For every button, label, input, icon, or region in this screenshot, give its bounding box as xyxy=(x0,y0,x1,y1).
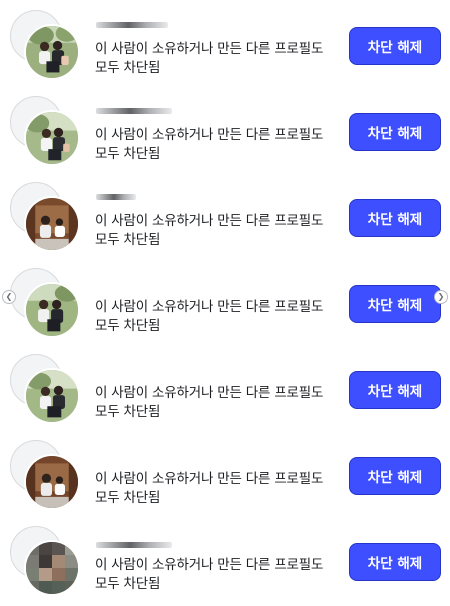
family-photo-icon xyxy=(26,112,78,164)
blocked-profile-row: 이 사람이 소유하거나 만든 다른 프로필도 모두 차단됨 차단 해제 xyxy=(0,264,450,350)
description-line: 이 사람이 소유하거나 만든 다른 프로필도 xyxy=(95,127,324,143)
unblock-button[interactable]: 차단 해제 xyxy=(349,199,441,237)
description-line: 이 사람이 소유하거나 만든 다른 프로필도 xyxy=(95,41,324,57)
description-line: 이 사람이 소유하거나 만든 다른 프로필도 xyxy=(95,557,324,573)
unblock-button[interactable]: 차단 해제 xyxy=(349,113,441,151)
profile-name-obscured xyxy=(96,22,168,28)
blocked-profile-row: 이 사람이 소유하거나 만든 다른 프로필도 모두 차단됨 차단 해제 xyxy=(0,92,450,178)
description-line: 모두 차단됨 xyxy=(95,404,161,420)
profile-avatar-stack[interactable] xyxy=(10,354,82,426)
chevron-right-icon[interactable]: ❯ xyxy=(434,290,448,304)
blocked-profile-row: 이 사람이 소유하거나 만든 다른 프로필도 모두 차단됨 차단 해제 xyxy=(0,522,450,606)
profile-avatar xyxy=(24,24,80,80)
block-description: 이 사람이 소유하거나 만든 다른 프로필도 모두 차단됨 xyxy=(95,40,340,78)
pixelated-portrait-icon xyxy=(26,542,78,594)
description-line: 모두 차단됨 xyxy=(95,318,161,334)
profile-name-obscured xyxy=(96,194,136,200)
family-photo-icon xyxy=(26,370,78,422)
description-line: 이 사람이 소유하거나 만든 다른 프로필도 xyxy=(95,299,324,315)
unblock-button[interactable]: 차단 해제 xyxy=(349,457,441,495)
profile-avatar-stack[interactable] xyxy=(10,10,82,82)
profile-name-obscured xyxy=(96,108,172,114)
unblock-button[interactable]: 차단 해제 xyxy=(349,27,441,65)
description-line: 이 사람이 소유하거나 만든 다른 프로필도 xyxy=(95,471,324,487)
description-line: 이 사람이 소유하거나 만든 다른 프로필도 xyxy=(95,213,324,229)
unblock-button[interactable]: 차단 해제 xyxy=(349,543,441,581)
profile-avatar xyxy=(24,540,80,596)
block-description: 이 사람이 소유하거나 만든 다른 프로필도 모두 차단됨 xyxy=(95,126,340,164)
description-line: 모두 차단됨 xyxy=(95,60,161,76)
profile-avatar xyxy=(24,110,80,166)
profile-avatar xyxy=(24,282,80,338)
description-line: 모두 차단됨 xyxy=(95,146,161,162)
blocked-profile-row: 이 사람이 소유하거나 만든 다른 프로필도 모두 차단됨 차단 해제 xyxy=(0,436,450,522)
description-line: 이 사람이 소유하거나 만든 다른 프로필도 xyxy=(95,385,324,401)
profile-avatar xyxy=(24,196,80,252)
unblock-button[interactable]: 차단 해제 xyxy=(349,371,441,409)
profile-avatar xyxy=(24,454,80,510)
blocked-profile-row: 이 사람이 소유하거나 만든 다른 프로필도 모두 차단됨 차단 해제 xyxy=(0,178,450,264)
family-photo-icon xyxy=(26,26,78,78)
profile-name-obscured xyxy=(96,542,172,548)
block-description: 이 사람이 소유하거나 만든 다른 프로필도 모두 차단됨 xyxy=(95,470,340,508)
profile-avatar-stack[interactable] xyxy=(10,526,82,598)
blocked-profiles-list: 이 사람이 소유하거나 만든 다른 프로필도 모두 차단됨 차단 해제 이 사람… xyxy=(0,0,450,606)
profile-avatar-stack[interactable] xyxy=(10,96,82,168)
blocked-profile-row: 이 사람이 소유하거나 만든 다른 프로필도 모두 차단됨 차단 해제 xyxy=(0,350,450,436)
block-description: 이 사람이 소유하거나 만든 다른 프로필도 모두 차단됨 xyxy=(95,298,340,336)
block-description: 이 사람이 소유하거나 만든 다른 프로필도 모두 차단됨 xyxy=(95,212,340,250)
profile-avatar-stack[interactable] xyxy=(10,182,82,254)
chevron-left-icon[interactable]: ❮ xyxy=(2,290,16,304)
block-description: 이 사람이 소유하거나 만든 다른 프로필도 모두 차단됨 xyxy=(95,556,340,594)
description-line: 모두 차단됨 xyxy=(95,576,161,592)
description-line: 모두 차단됨 xyxy=(95,232,161,248)
family-photo-icon xyxy=(26,198,78,250)
profile-avatar xyxy=(24,368,80,424)
description-line: 모두 차단됨 xyxy=(95,490,161,506)
profile-avatar-stack[interactable] xyxy=(10,440,82,512)
family-photo-icon xyxy=(26,284,78,336)
profile-avatar-stack[interactable] xyxy=(10,268,82,340)
family-photo-icon xyxy=(26,456,78,508)
unblock-button[interactable]: 차단 해제 xyxy=(349,285,441,323)
blocked-profile-row: 이 사람이 소유하거나 만든 다른 프로필도 모두 차단됨 차단 해제 xyxy=(0,6,450,92)
block-description: 이 사람이 소유하거나 만든 다른 프로필도 모두 차단됨 xyxy=(95,384,340,422)
